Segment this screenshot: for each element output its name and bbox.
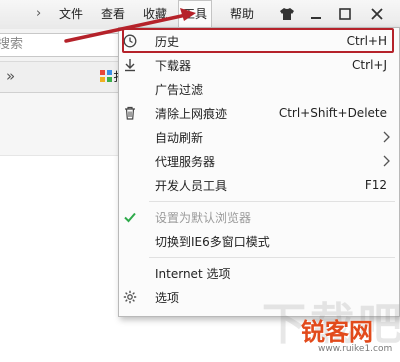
tools-dropdown-menu: 历史 Ctrl+H 下载器 Ctrl+J 广告过滤 清除上网痕迹 Ctrl+Sh… [118, 27, 400, 317]
menu-item-auto-refresh[interactable]: 自动刷新 [119, 125, 399, 149]
history-highlight-box [122, 28, 394, 53]
menu-favorites[interactable]: 收藏 [143, 0, 167, 28]
menu-item-label: 设置为默认浏览器 [155, 210, 252, 225]
watermark-url: www.ruike1.com [318, 344, 393, 354]
menu-item-shortcut: Ctrl+Shift+Delete [278, 106, 387, 120]
menu-item-label: 代理服务器 [155, 154, 216, 169]
maximize-icon[interactable] [334, 3, 356, 25]
watermark-logo: 锐客网 [301, 318, 373, 346]
menu-help[interactable]: 帮助 [230, 0, 254, 28]
menu-item-label: Internet 选项 [155, 266, 231, 281]
menu-item-internet-options[interactable]: Internet 选项 [119, 261, 399, 285]
menu-item-shortcut: F12 [364, 178, 387, 192]
menu-view[interactable]: 查看 [101, 0, 125, 28]
menu-item-label: 开发人员工具 [155, 178, 228, 193]
menu-file[interactable]: 文件 [59, 0, 83, 28]
apps-grid-icon[interactable] [100, 70, 112, 82]
menu-item-developer-tools[interactable]: 开发人员工具 F12 [119, 173, 399, 197]
menu-item-ad-filter[interactable]: 广告过滤 [119, 77, 399, 101]
menu-item-label: 选项 [155, 290, 180, 305]
overflow-chevron-icon[interactable]: › [36, 0, 41, 28]
menu-item-label: 自动刷新 [155, 130, 204, 145]
menu-tools[interactable]: 工具 [178, 0, 213, 28]
trash-icon [121, 104, 139, 122]
search-input[interactable]: 搜索 [0, 33, 124, 57]
bookmark-overflow-icon[interactable]: » [6, 67, 15, 85]
close-icon[interactable] [366, 3, 388, 25]
menu-item-shortcut: Ctrl+J [352, 58, 387, 72]
menu-separator [149, 201, 395, 202]
menu-separator [149, 257, 395, 258]
menu-item-label: 清除上网痕迹 [155, 106, 228, 121]
download-icon [121, 56, 139, 74]
menu-item-set-default-browser: 设置为默认浏览器 [119, 205, 399, 229]
menu-item-clear-history[interactable]: 清除上网痕迹 Ctrl+Shift+Delete [119, 101, 399, 125]
menu-item-label: 下载器 [155, 58, 192, 73]
menu-item-label: 广告过滤 [155, 82, 204, 97]
checkmark-icon [121, 208, 139, 226]
gear-icon [121, 288, 139, 306]
submenu-arrow-icon [383, 155, 390, 167]
minimize-icon[interactable] [305, 3, 327, 25]
menu-item-downloader[interactable]: 下载器 Ctrl+J [119, 53, 399, 77]
menu-item-ie6-mode[interactable]: 切换到IE6多窗口模式 [119, 229, 399, 253]
menu-item-proxy-server[interactable]: 代理服务器 [119, 149, 399, 173]
menu-item-label: 切换到IE6多窗口模式 [155, 234, 270, 249]
skin-shirt-icon[interactable] [276, 3, 298, 25]
menu-bar: › 文件 查看 收藏 工具 帮助 [0, 0, 400, 30]
submenu-arrow-icon [383, 131, 390, 143]
